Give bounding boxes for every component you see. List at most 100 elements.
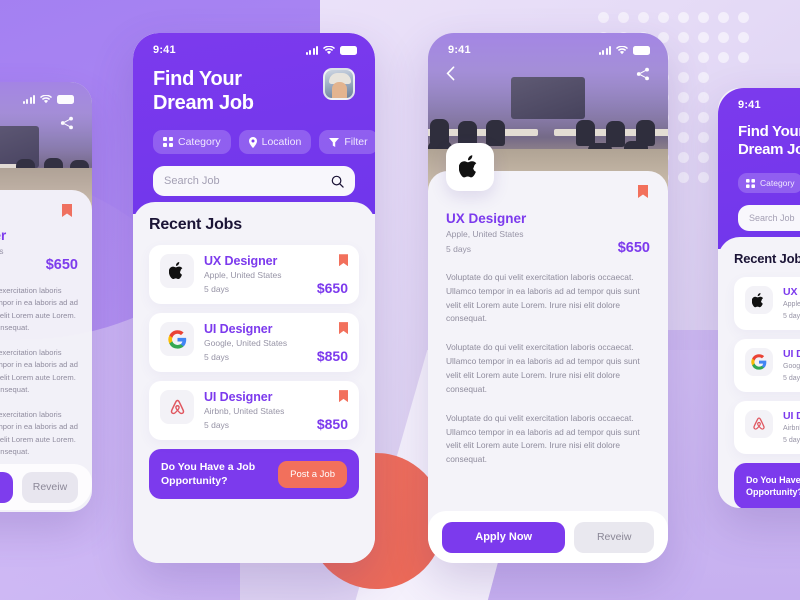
detail-sheet: UX Designer Apple, United States 5 days …: [428, 143, 668, 563]
description-paragraph: Voluptate do qui velit exercitation labo…: [0, 347, 78, 395]
battery-icon: [633, 45, 650, 55]
review-button[interactable]: Reveiw: [21, 471, 78, 503]
filter-pill-category[interactable]: Category: [153, 130, 231, 155]
job-title: UX Designer: [783, 286, 800, 299]
detail-sheet: UX Designer Apple, United States 5 days …: [0, 190, 92, 510]
page-title: Find Your Dream Job: [738, 123, 800, 158]
filter-pill-label: Filter: [344, 136, 368, 149]
recent-jobs-section: Recent Jobs UX Designer Apple, United St…: [133, 202, 375, 563]
job-list-item[interactable]: UI Designer Google, United States 5 days…: [149, 313, 359, 373]
job-age: 5 days: [783, 436, 800, 444]
job-title: UX Designer: [446, 211, 527, 226]
home-header: 9:41 Find Your Dream Job Category: [718, 88, 800, 250]
status-bar: 9:41: [133, 33, 375, 60]
status-time: 9:41: [738, 99, 761, 111]
page-title-line1: Find Your: [153, 68, 242, 90]
job-company: Google, United States: [783, 363, 800, 371]
job-title: UI Designer: [204, 322, 273, 337]
company-logo-airbnb: [160, 390, 194, 425]
grid-icon: [746, 178, 755, 188]
share-button[interactable]: [636, 67, 650, 81]
avatar[interactable]: [323, 68, 355, 100]
job-title: UI Designer: [204, 390, 273, 405]
apply-now-button[interactable]: Apply Now: [0, 471, 13, 503]
apply-now-button[interactable]: Apply Now: [442, 521, 566, 553]
status-bar: 9:41: [428, 33, 668, 60]
job-company: Airbnb, United States: [783, 425, 800, 433]
share-button[interactable]: [60, 116, 74, 130]
bookmark-icon[interactable]: [638, 185, 648, 198]
job-title: UX Designer: [204, 254, 278, 269]
company-logo-apple: [160, 254, 194, 289]
company-logo-google: [160, 322, 194, 357]
wifi-icon: [323, 45, 335, 54]
phone-right-home-preview: 9:41 Find Your Dream Job Category: [718, 88, 800, 508]
post-job-banner-line1: Do You Have a Job: [161, 461, 256, 473]
post-job-banner-text: Do You Have a Job Opportunity?: [161, 460, 255, 488]
apple-logo: [752, 292, 764, 308]
share-icon: [60, 116, 73, 129]
job-price: $650: [617, 239, 650, 256]
description-paragraph: Voluptate do qui velit exercitation labo…: [446, 271, 640, 324]
job-list-item[interactable]: UI Designer Airbnb, United States 5 days…: [149, 381, 359, 440]
job-list-item[interactable]: UX Designer Apple, United States 5 days: [734, 277, 800, 331]
phone-job-detail: 9:41 UX Designer Apple, United States 5 …: [428, 33, 668, 563]
post-a-job-button[interactable]: Post a Job: [278, 460, 347, 488]
search-input[interactable]: Search Job: [153, 166, 355, 197]
filter-pill-category[interactable]: Category: [738, 173, 800, 194]
search-input[interactable]: Search Job: [738, 205, 800, 232]
job-list-item[interactable]: UX Designer Apple, United States 5 days …: [149, 245, 359, 305]
wifi-icon: [616, 45, 628, 54]
chevron-left-icon: [446, 66, 455, 81]
status-bar: 9:41: [718, 88, 800, 115]
google-logo: [167, 329, 186, 349]
job-header: UX Designer Apple, United States 5 days …: [446, 211, 650, 256]
search-placeholder: Search Job: [164, 175, 220, 188]
post-job-banner-line2: Opportunity?: [161, 475, 228, 488]
battery-icon: [57, 94, 74, 104]
signal-icon: [22, 94, 35, 104]
job-company: Apple, United States: [783, 301, 800, 309]
bookmark-icon[interactable]: [62, 204, 72, 217]
post-job-banner-line2: Opportunity?: [746, 487, 800, 498]
section-title: Recent Jobs: [734, 251, 800, 267]
job-list-item[interactable]: UI Designer Airbnb, United States 5 days: [734, 401, 800, 454]
page-title-line2: Dream Job: [738, 140, 800, 158]
page-title-line2: Dream Job: [153, 91, 254, 114]
search-placeholder: Search Job: [749, 213, 795, 224]
page-title-line1: Find Your: [738, 123, 800, 140]
job-price: $850: [316, 348, 348, 365]
back-button[interactable]: [446, 66, 455, 81]
job-age: 5 days: [783, 374, 800, 382]
filter-pill-location[interactable]: Location: [238, 130, 312, 155]
recent-jobs-section: Recent Jobs UX Designer Apple, United St…: [718, 237, 800, 508]
hero-nav: [428, 60, 668, 81]
airbnb-logo: [753, 417, 765, 430]
post-job-banner: Do You Have a Job Opportunity?: [734, 463, 800, 508]
section-title: Recent Jobs: [149, 216, 242, 234]
detail-action-bar: Apply Now Reveiw: [428, 511, 668, 563]
page-title: Find Your Dream Job: [153, 68, 254, 115]
job-header: UX Designer Apple, United States 5 days …: [0, 228, 78, 273]
filter-pill-row: Category Location Filter: [133, 115, 375, 155]
description-paragraph: Voluptate do qui velit exercitation labo…: [0, 409, 78, 457]
filter-pill-label: Category: [178, 136, 221, 149]
company-logo-airbnb: [745, 410, 773, 439]
filter-pill-label: Location: [261, 136, 302, 149]
review-button[interactable]: Reveiw: [574, 521, 654, 553]
google-logo: [751, 354, 767, 370]
description-paragraph: Voluptate do qui velit exercitation labo…: [446, 412, 640, 465]
detail-action-bar: Apply Now Reveiw: [0, 464, 92, 510]
filter-pill-filter[interactable]: Filter: [319, 130, 375, 155]
post-job-banner-line1: Do You Have a Job: [746, 475, 800, 485]
phone-home-screen: 9:41 Find Your Dream Job Category Locati…: [133, 33, 375, 563]
job-list-item[interactable]: UI Designer Google, United States 5 days: [734, 339, 800, 393]
company-logo-apple: [745, 286, 773, 315]
filter-pill-label: Category: [760, 178, 795, 189]
airbnb-logo: [170, 399, 184, 414]
signal-icon: [598, 45, 611, 55]
job-age: 5 days: [783, 312, 800, 320]
phone-left-detail-preview: 9:41: [0, 82, 92, 512]
job-price: $650: [45, 256, 78, 273]
company-logo-google: [745, 348, 773, 377]
